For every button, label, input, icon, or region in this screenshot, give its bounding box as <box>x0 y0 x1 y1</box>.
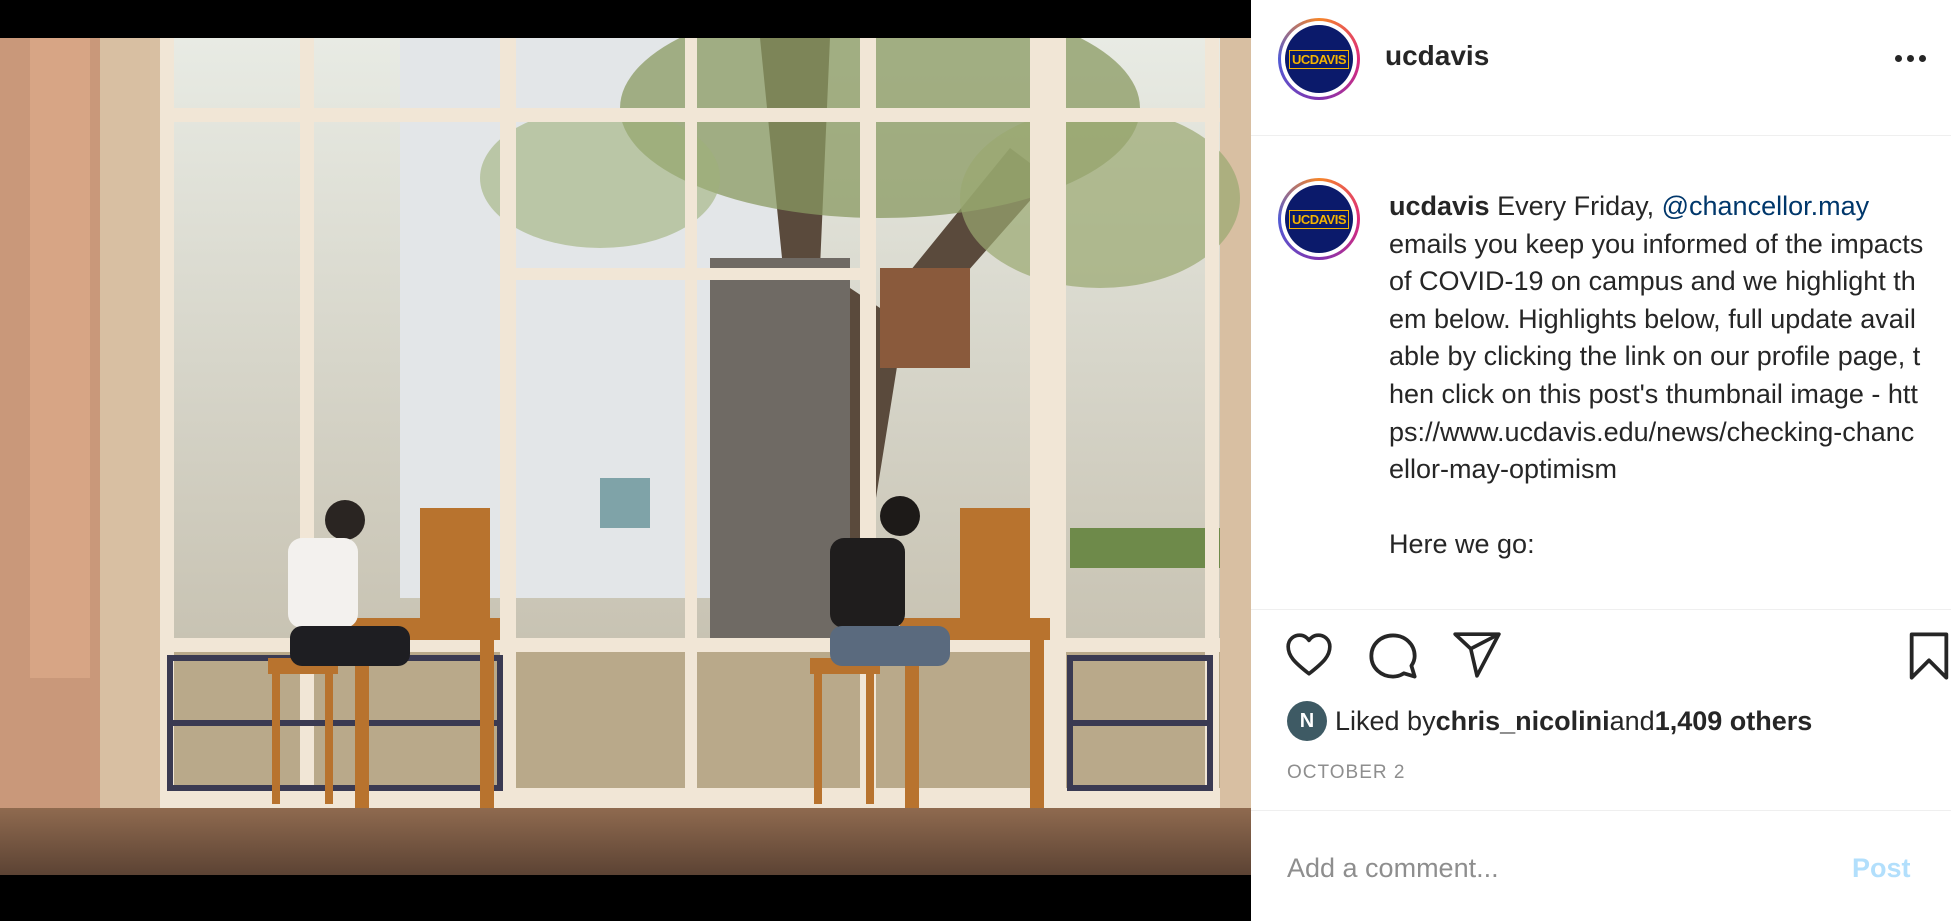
likes-middle: and <box>1609 705 1655 736</box>
profile-avatar[interactable]: UCDAVIS <box>1278 18 1360 100</box>
caption-section: UCDAVIS ucdavis Every Friday, @chancello… <box>1251 136 1951 610</box>
liker-avatar[interactable]: N <box>1287 701 1327 741</box>
comment-bar: Post <box>1251 810 1951 922</box>
post-actions <box>1251 630 1951 690</box>
post-date[interactable]: OCTOBER 2 <box>1287 762 1405 784</box>
likes-prefix: Liked by <box>1335 705 1436 736</box>
library-window-photo <box>0 38 1251 875</box>
likes-others-count[interactable]: 1,409 others <box>1655 706 1813 737</box>
likes-summary[interactable]: N Liked by chris_nicolini and 1,409 othe… <box>1287 700 1812 742</box>
caption-lead: Every Friday, <box>1489 191 1662 221</box>
more-options-icon[interactable] <box>1895 50 1931 66</box>
avatar-logo-text: UCDAVIS <box>1288 49 1350 69</box>
post-comment-button[interactable]: Post <box>1852 853 1911 884</box>
post-author-username[interactable]: ucdavis <box>1385 40 1489 72</box>
caption-mention-link[interactable]: @chancellor.may <box>1662 191 1870 221</box>
caption-avatar[interactable]: UCDAVIS <box>1278 178 1360 260</box>
comment-bubble-icon[interactable] <box>1367 630 1419 682</box>
caption-body: emails you keep you informed of the impa… <box>1389 228 1924 560</box>
paper-plane-icon[interactable] <box>1451 630 1503 680</box>
avatar-logo-text: UCDAVIS <box>1288 209 1350 229</box>
post-photo[interactable] <box>0 38 1251 875</box>
liker-username[interactable]: chris_nicolini <box>1436 706 1610 737</box>
post-caption: ucdavis Every Friday, @chancellor.may em… <box>1389 188 1929 564</box>
comment-input[interactable] <box>1287 853 1827 884</box>
post-header: UCDAVIS ucdavis <box>1251 0 1951 136</box>
bookmark-icon[interactable] <box>1907 630 1951 682</box>
post-sidebar: UCDAVIS ucdavis UCDAVIS ucdavis Every Fr… <box>1251 0 1951 921</box>
caption-username[interactable]: ucdavis <box>1389 191 1490 221</box>
post-media[interactable] <box>0 0 1251 921</box>
heart-icon[interactable] <box>1283 630 1335 680</box>
